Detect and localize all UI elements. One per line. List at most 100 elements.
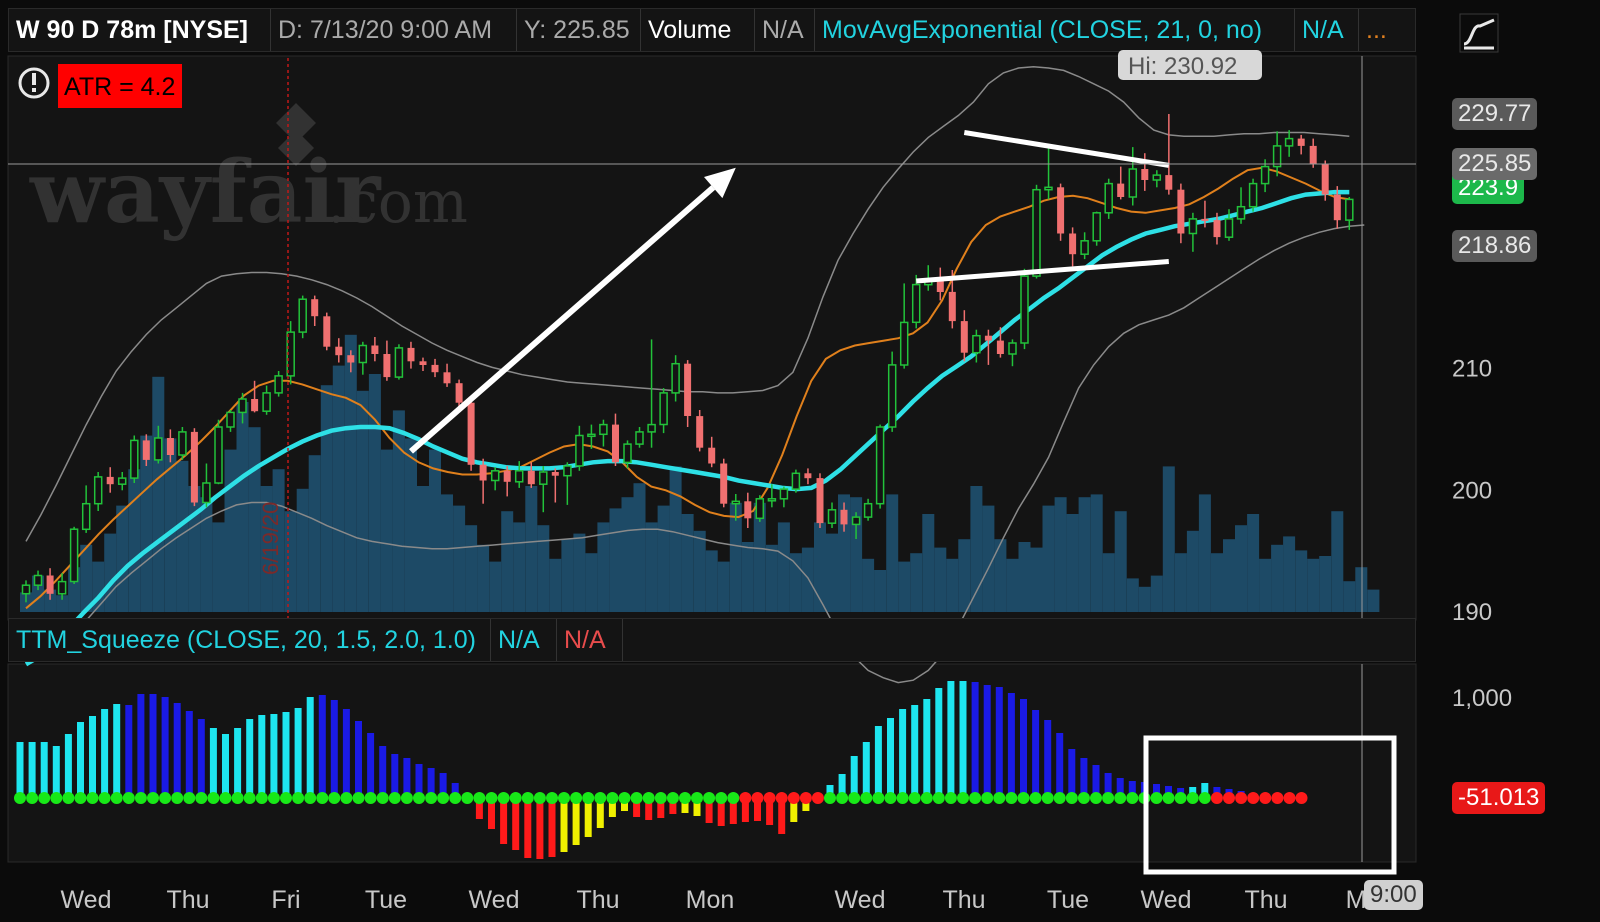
squeeze-histogram-bar	[548, 798, 556, 857]
volume-bar	[1186, 530, 1199, 612]
squeeze-histogram-bar	[500, 798, 508, 844]
squeeze-dot	[944, 792, 957, 804]
squeeze-histogram-bar	[222, 734, 229, 798]
squeeze-dot	[811, 792, 824, 804]
volume-bar	[477, 544, 490, 612]
squeeze-dot	[485, 792, 498, 804]
time-axis: Wed Thu Fri Tue Wed Thu Mon Wed Thu Tue Wed Thu M	[61, 886, 1367, 914]
candle-body-up	[490, 470, 500, 482]
candle-body-down	[1297, 138, 1305, 146]
candle-body-down	[744, 501, 752, 519]
candle-body-down	[1321, 164, 1329, 195]
squeeze-dot	[1210, 792, 1223, 804]
squeeze-dot	[787, 792, 800, 804]
volume-bar	[1331, 511, 1344, 612]
volume-bar	[1162, 466, 1175, 612]
chart-canvas[interactable]: wayfair .com 1902002101,000 Wed Thu Fri Tue…	[0, 0, 1600, 922]
candle-body-up	[1345, 198, 1354, 221]
volume-bar	[946, 558, 959, 612]
squeeze-dot	[582, 792, 595, 804]
squeeze-histogram-bar	[1056, 733, 1064, 798]
volume-bar	[344, 334, 357, 612]
squeeze-dot	[38, 792, 51, 804]
squeeze-histogram-bar	[911, 705, 919, 798]
candle-body-up	[238, 398, 247, 414]
squeeze-dot	[1295, 792, 1308, 804]
volume-bar	[1138, 586, 1151, 612]
volume-bar	[705, 550, 718, 612]
squeeze-histogram-bar	[16, 742, 24, 798]
squeeze-value-1: N/A	[491, 619, 557, 661]
squeeze-dot	[642, 792, 655, 804]
squeeze-dot	[280, 792, 292, 804]
squeeze-histogram-bar	[1020, 699, 1027, 798]
volume-bar	[128, 469, 141, 612]
time-axis-label: Wed	[835, 886, 886, 914]
candle-body-up	[671, 362, 680, 394]
squeeze-histogram-bar	[959, 681, 967, 798]
candle-body-up	[214, 426, 223, 484]
volume-bar	[308, 455, 321, 612]
candle-body-up	[154, 437, 163, 461]
volume-bar	[1235, 525, 1247, 612]
squeeze-dot	[231, 792, 244, 804]
volume-bar	[537, 525, 550, 612]
volume-bar	[116, 505, 129, 612]
squeeze-dot	[969, 792, 982, 804]
squeeze-histogram-bar	[137, 694, 145, 798]
volume-bar	[910, 553, 923, 612]
candle-body-up	[659, 392, 668, 426]
volume-bar	[765, 544, 778, 612]
squeeze-dot	[340, 792, 353, 804]
candle-body-down	[1201, 218, 1209, 221]
volume-bar	[1126, 578, 1139, 612]
volume-bar	[826, 533, 838, 612]
volume-bar	[789, 553, 802, 612]
price-badge-crosshair: 225.85	[1452, 148, 1538, 180]
volume-bar	[573, 533, 586, 612]
candle-body-up	[57, 580, 67, 595]
squeeze-dot	[1065, 792, 1078, 804]
volume-bar	[1066, 514, 1079, 612]
squeeze-histogram-bar	[379, 746, 387, 798]
squeeze-dot	[546, 792, 558, 804]
squeeze-histogram-bar	[113, 704, 121, 798]
indicator-header-bar: TTM_Squeeze (CLOSE, 20, 1.5, 2.0, 1.0) N…	[8, 618, 1416, 662]
candle-body-down	[431, 364, 439, 373]
candle-body-down	[1165, 175, 1173, 190]
squeeze-histogram-bar	[367, 733, 375, 798]
squeeze-histogram-bar	[246, 719, 254, 798]
candle-body-up	[1152, 174, 1162, 181]
candle-body-down	[383, 354, 391, 378]
squeeze-dot	[1235, 792, 1248, 804]
volume-bar	[429, 449, 441, 612]
squeeze-dot	[1126, 792, 1139, 804]
squeeze-dot	[799, 792, 812, 804]
candle-body-down	[960, 321, 968, 353]
candle-body-up	[226, 411, 235, 428]
candle-body-up	[93, 476, 103, 505]
candle-body-up	[1188, 218, 1198, 235]
squeeze-dot	[715, 792, 728, 804]
squeeze-dot	[255, 792, 268, 804]
squeeze-value-badge: -51.013	[1452, 782, 1546, 814]
squeeze-dot	[896, 792, 909, 804]
candle-body-down	[1117, 183, 1125, 197]
volume-bar	[1223, 539, 1235, 612]
squeeze-dot	[1005, 792, 1018, 804]
volume-bar	[741, 542, 754, 612]
squeeze-histogram-bar	[282, 712, 290, 798]
squeeze-histogram-bar	[995, 687, 1003, 798]
squeeze-dot	[1174, 792, 1187, 804]
squeeze-histogram-bar	[983, 685, 991, 798]
volume-bar	[1247, 514, 1260, 612]
squeeze-dot	[473, 792, 486, 804]
volume-bar	[1150, 575, 1163, 612]
squeeze-dot	[449, 792, 462, 804]
time-axis-label: Tue	[1047, 886, 1089, 914]
candle-body-down	[684, 363, 692, 416]
volume-bar	[1030, 547, 1043, 612]
squeeze-dot	[570, 792, 583, 804]
squeeze-study-label[interactable]: TTM_Squeeze (CLOSE, 20, 1.5, 2.0, 1.0)	[9, 619, 491, 661]
volume-bar	[1198, 494, 1211, 612]
